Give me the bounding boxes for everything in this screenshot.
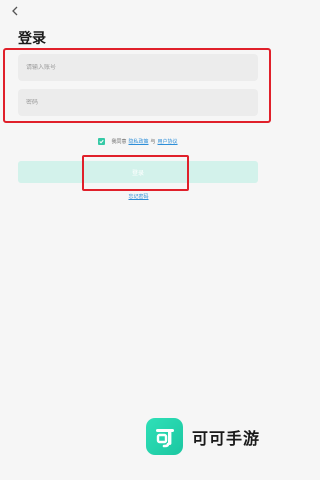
agreement-row: 我同意 隐私政策 与 用户协议 [0, 138, 277, 145]
agreement-joiner: 与 [150, 139, 156, 145]
input-highlight-frame [3, 48, 271, 123]
check-icon [99, 139, 105, 144]
watermark-logo-icon [146, 418, 183, 455]
agreement-checkbox[interactable] [98, 138, 106, 145]
privacy-policy-link[interactable]: 隐私政策 [128, 138, 148, 145]
page-title: 登录 [18, 31, 46, 47]
chevron-left-icon [12, 6, 18, 16]
user-agreement-link[interactable]: 用户协议 [158, 138, 178, 145]
agreement-prefix: 我同意 [111, 139, 127, 145]
watermark-text: 可可手游 [192, 428, 261, 448]
back-button[interactable] [8, 4, 22, 18]
watermark: 可可手游 [146, 418, 260, 455]
logo-glyph [155, 428, 174, 447]
forgot-password-link[interactable]: 忘记密码 [0, 193, 277, 200]
login-highlight-frame [82, 155, 189, 191]
